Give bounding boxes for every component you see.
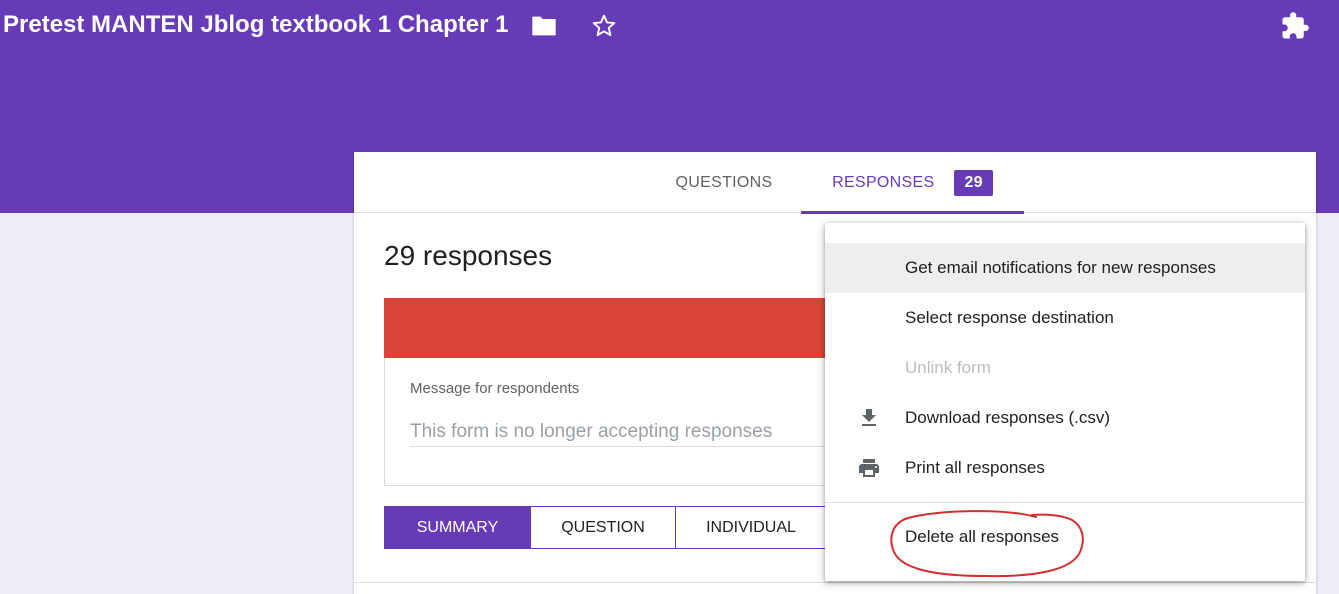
menu-item-label: Get email notifications for new response… xyxy=(905,258,1216,277)
menu-item-download-csv[interactable]: Download responses (.csv) xyxy=(825,393,1305,443)
menu-item-label: Unlink form xyxy=(905,358,991,377)
menu-item-label: Select response destination xyxy=(905,308,1114,327)
tab-questions[interactable]: QUESTIONS xyxy=(654,152,794,213)
puzzle-icon[interactable] xyxy=(1279,10,1311,42)
responses-more-menu: Get email notifications for new response… xyxy=(825,223,1305,581)
form-tabs: QUESTIONS RESPONSES 29 xyxy=(354,152,1316,214)
summary-button[interactable]: SUMMARY xyxy=(384,506,531,549)
menu-divider xyxy=(825,502,1305,503)
tab-responses[interactable]: RESPONSES 29 xyxy=(801,152,1024,214)
responses-count-heading: 29 responses xyxy=(384,240,553,271)
individual-button[interactable]: INDIVIDUAL xyxy=(675,506,827,549)
menu-item-label: Delete all responses xyxy=(905,527,1060,546)
message-label: Message for respondents xyxy=(410,380,580,397)
print-icon xyxy=(857,456,881,480)
responses-count-badge: 29 xyxy=(954,169,993,196)
tab-responses-label: RESPONSES xyxy=(832,173,935,191)
view-toggle: SUMMARY QUESTION INDIVIDUAL xyxy=(384,506,827,549)
menu-item-unlink-form: Unlink form xyxy=(825,343,1305,393)
menu-item-select-destination[interactable]: Select response destination xyxy=(825,293,1305,343)
card-divider xyxy=(354,582,1316,583)
menu-item-delete-all[interactable]: Delete all responses xyxy=(825,512,1305,562)
menu-item-email-notifications[interactable]: Get email notifications for new response… xyxy=(825,243,1305,293)
menu-item-print-all[interactable]: Print all responses xyxy=(825,443,1305,493)
download-icon xyxy=(857,406,881,430)
star-icon[interactable] xyxy=(589,11,619,41)
form-title[interactable]: Pretest MANTEN Jblog textbook 1 Chapter … xyxy=(3,11,508,39)
question-button[interactable]: QUESTION xyxy=(530,506,676,549)
menu-item-label: Download responses (.csv) xyxy=(905,408,1111,427)
menu-item-label: Print all responses xyxy=(905,458,1045,477)
folder-icon[interactable] xyxy=(529,11,559,41)
tab-questions-label: QUESTIONS xyxy=(675,173,773,191)
